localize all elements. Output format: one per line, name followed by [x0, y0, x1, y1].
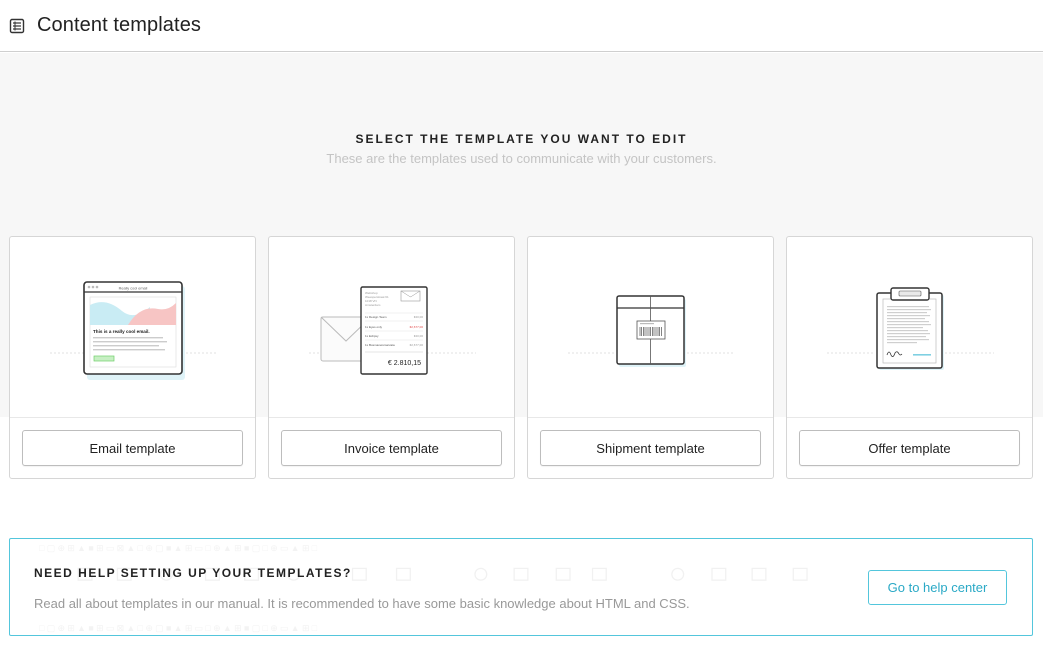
card-divider — [787, 417, 1032, 418]
card-divider — [10, 417, 255, 418]
invoice-item-label: 1x Bosmaneismarvata — [365, 343, 395, 347]
help-title: NEED HELP SETTING UP YOUR TEMPLATES? — [34, 566, 352, 580]
template-cards: Really cool email This is a really cool … — [9, 236, 1033, 479]
invoice-item-label: 1x Eyes only — [365, 325, 383, 329]
email-browser-title: Really cool email — [119, 287, 148, 291]
intro-subtitle: These are the templates used to communic… — [326, 151, 717, 166]
invoice-item-label: 1x Eclipsy — [365, 334, 379, 338]
template-card-offer[interactable]: Offer template — [786, 236, 1033, 479]
intro-headline: SELECT THE TEMPLATE YOU WANT TO EDIT — [355, 132, 688, 146]
offer-template-button[interactable]: Offer template — [799, 430, 1020, 466]
svg-text:□ ▢ ⊕ ⊞ ▲ ■ ⊞ ▭ ⊠ ▲: □ ▢ ⊕ ⊞ ▲ ■ ⊞ ▭ ⊠ ▲ □ ⊕ ▢ ■ ▲ ⊞ ▭ □ ⊕ ▲ … — [39, 623, 318, 633]
template-card-shipment[interactable]: Shipment template — [527, 236, 774, 479]
email-illustration-icon: Really cool email This is a really cool … — [10, 237, 255, 417]
help-panel: □ ▢ ⊕ ⊞ ▲ ■ ⊞ ▭ ⊠ ▲ □ ⊕ ▢ ■ ▲ ⊞ ▭ □ ⊕ ▲ … — [9, 538, 1033, 636]
intro: SELECT THE TEMPLATE YOU WANT TO EDIT The… — [0, 132, 1043, 166]
card-divider — [528, 417, 773, 418]
page-title: Content templates — [37, 14, 202, 36]
page-header: Content templates — [0, 0, 1043, 52]
email-template-button[interactable]: Email template — [22, 430, 243, 466]
invoice-template-button[interactable]: Invoice template — [281, 430, 502, 466]
invoice-item-price: €2,677,00 — [410, 325, 424, 329]
template-card-email[interactable]: Really cool email This is a really cool … — [9, 236, 256, 479]
svg-text:□ ▢ ⊕ ⊞ ▲ ■ ⊞ ▭ ⊠ ▲: □ ▢ ⊕ ⊞ ▲ ■ ⊞ ▭ ⊠ ▲ □ ⊕ ▢ ■ ▲ ⊞ ▭ □ ⊕ ▲ … — [39, 543, 318, 553]
help-center-button[interactable]: Go to help center — [868, 570, 1007, 605]
template-card-invoice[interactable]: Webshop Weesperstraat 61 1018 VN Amsterd… — [268, 236, 515, 479]
template-list-icon — [9, 18, 25, 34]
invoice-item-price: €20,00 — [414, 315, 424, 319]
invoice-item-price: €20,00 — [414, 334, 424, 338]
card-divider — [269, 417, 514, 418]
invoice-illustration-icon: Webshop Weesperstraat 61 1018 VN Amsterd… — [269, 237, 514, 417]
invoice-address-line: Amsterdam — [365, 303, 381, 307]
offer-clipboard-icon — [787, 237, 1032, 417]
help-text: Read all about templates in our manual. … — [34, 596, 690, 611]
shipment-template-button[interactable]: Shipment template — [540, 430, 761, 466]
email-heading: This is a really cool email. — [93, 329, 150, 334]
shipment-box-icon — [528, 237, 773, 417]
invoice-item-label: 1x Design Team — [365, 315, 387, 319]
invoice-item-price: €2,677,00 — [410, 343, 424, 347]
invoice-total: € 2.810,15 — [388, 360, 421, 367]
